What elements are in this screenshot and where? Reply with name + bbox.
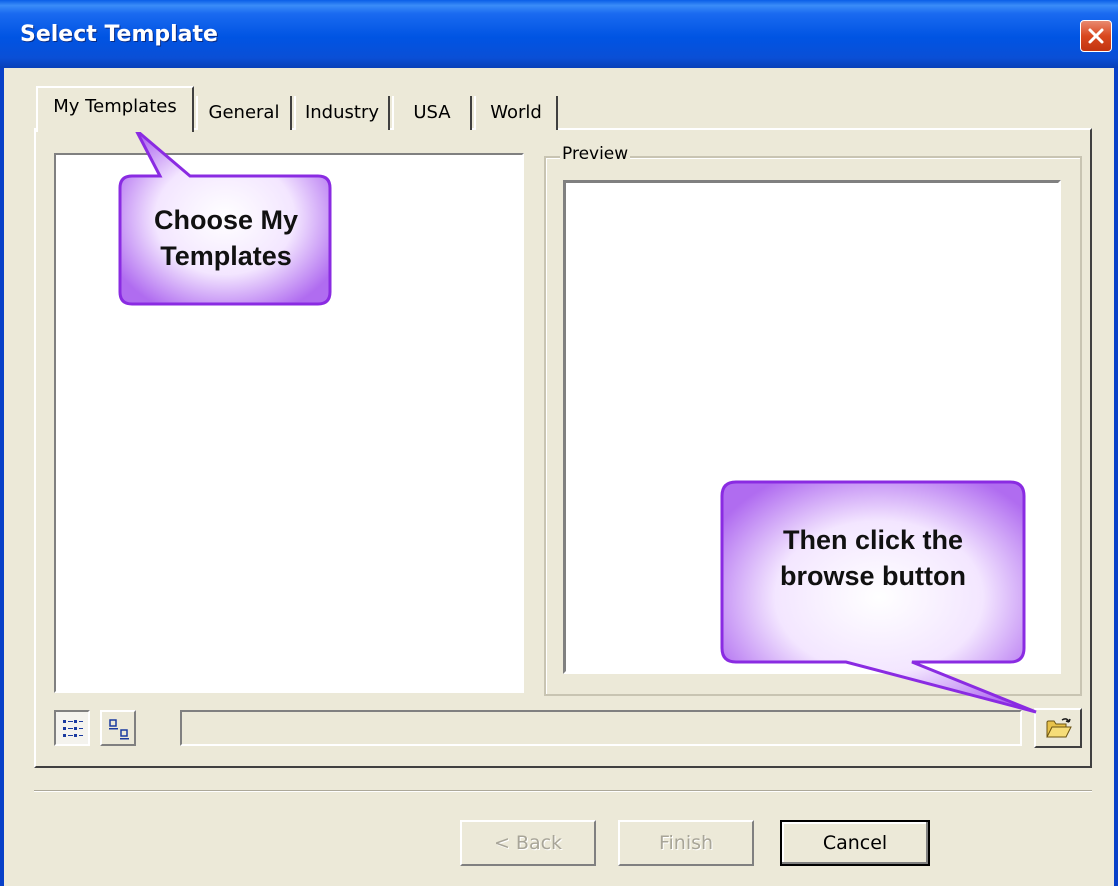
browse-hint-callout-bubble (720, 480, 1037, 714)
tab-hint-callout: Choose My Templates (124, 202, 328, 274)
browse-hint-callout: Then click the browse button (728, 522, 1018, 594)
tab-hint-line2: Templates (160, 241, 292, 271)
tab-hint-line1: Choose My (153, 205, 299, 235)
callout-shapes (118, 128, 1037, 714)
browse-hint-line1: Then click the (782, 525, 964, 555)
tab-my-templates[interactable]: My Templates (36, 86, 194, 132)
browse-hint-line2: browse button (780, 561, 966, 591)
select-template-dialog: Select Template My Templates General Ind… (0, 0, 1118, 886)
